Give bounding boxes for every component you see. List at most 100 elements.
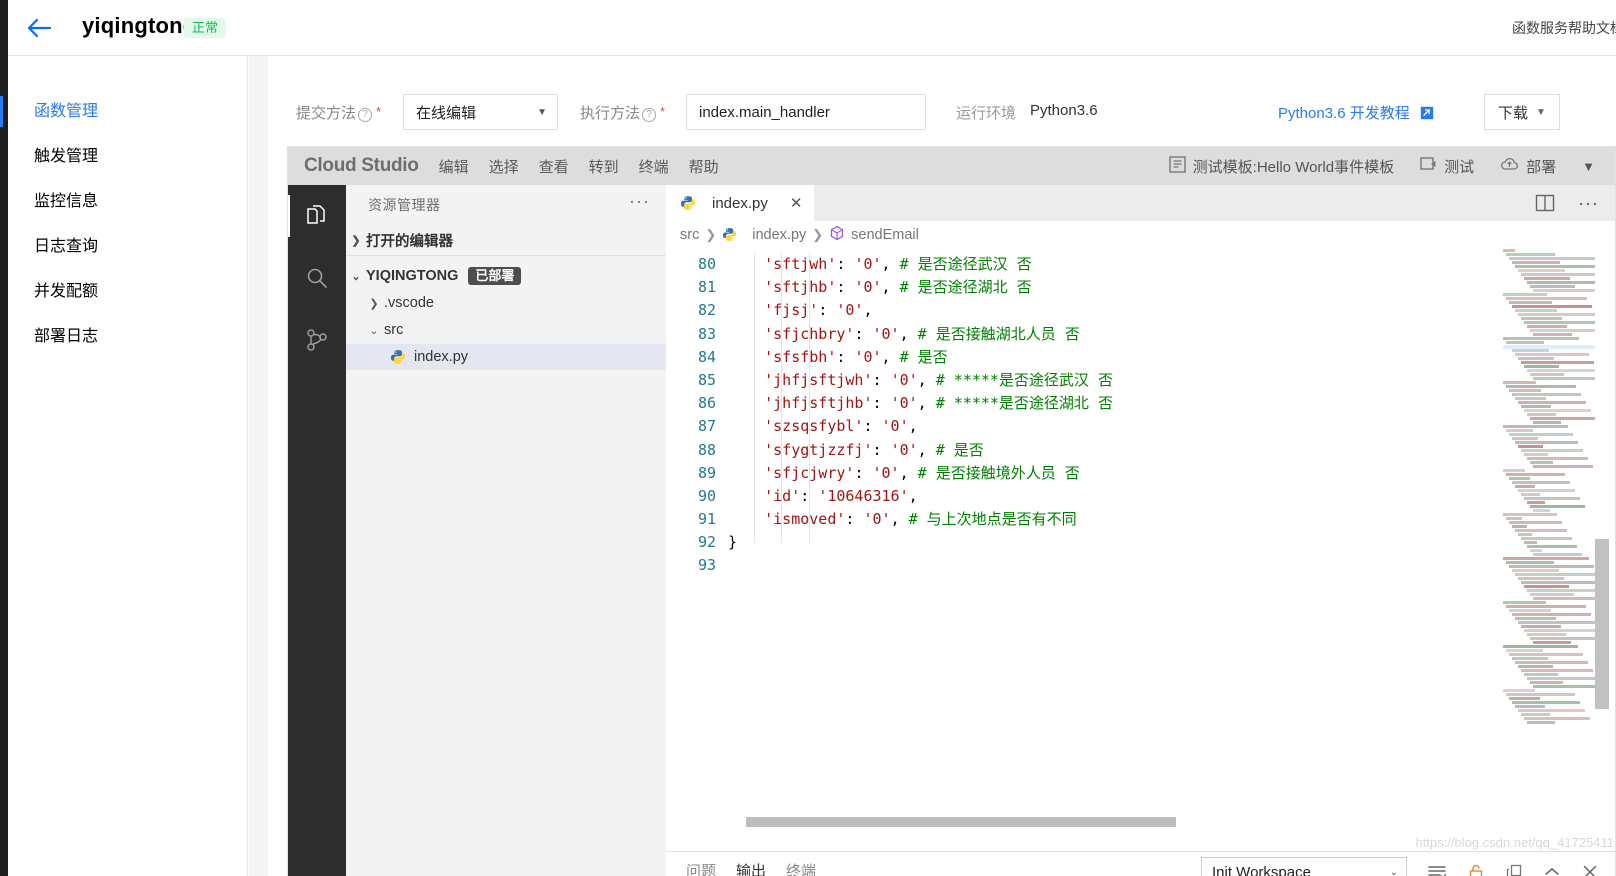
minimap-line — [1506, 429, 1533, 432]
editor-more-icon[interactable]: ··· — [1578, 193, 1599, 214]
download-button-label: 下载 — [1498, 104, 1529, 122]
folder-vscode[interactable]: ❯ .vscode — [346, 290, 666, 316]
sidebar-item-label: 部署日志 — [34, 328, 99, 345]
minimap-line — [1515, 353, 1589, 356]
collapse-panel-icon[interactable] — [1543, 865, 1561, 876]
minimap-line — [1530, 593, 1574, 596]
sidebar-item-label: 日志查询 — [34, 238, 99, 255]
python-file-icon — [390, 349, 406, 365]
menu-select[interactable]: 选择 — [489, 156, 519, 177]
back-arrow-icon[interactable] — [24, 14, 54, 42]
close-panel-icon[interactable] — [1581, 864, 1599, 876]
panel-tab-terminal[interactable]: 终端 — [786, 852, 816, 876]
minimap-line — [1503, 513, 1557, 516]
menu-terminal[interactable]: 终端 — [639, 156, 669, 177]
output-source-value: Init Workspace — [1212, 863, 1311, 876]
folder-src[interactable]: ⌄ src — [346, 317, 666, 343]
minimap-line — [1518, 357, 1554, 360]
minimap-line — [1512, 569, 1559, 572]
minimap-line — [1512, 657, 1548, 660]
lock-icon[interactable] — [1467, 863, 1485, 876]
breadcrumb-src[interactable]: src — [680, 227, 699, 243]
minimap[interactable] — [1503, 249, 1595, 827]
minimap-line — [1515, 705, 1545, 708]
menubar-overflow-icon[interactable]: ▼ — [1582, 159, 1595, 174]
download-button[interactable]: 下载 ▼ — [1484, 94, 1560, 130]
minimap-line — [1506, 605, 1586, 608]
handler-input[interactable]: index.main_handler — [686, 94, 926, 130]
minimap-line — [1515, 485, 1535, 488]
deploy-button[interactable]: 部署 — [1500, 156, 1556, 177]
split-editor-icon[interactable] — [1535, 193, 1555, 218]
sidebar-item-monitor-info[interactable]: 监控信息 — [8, 179, 247, 224]
clear-output-icon[interactable] — [1427, 863, 1447, 876]
code-line: 'sftjhb': '0', # 是否途径湖北 否 — [764, 278, 1032, 297]
deployed-badge: 已部署 — [468, 267, 522, 285]
sidebar-item-deploy-log[interactable]: 部署日志 — [8, 314, 247, 359]
close-icon[interactable]: ✕ — [790, 194, 803, 212]
minimap-line — [1503, 645, 1578, 648]
breadcrumb-file[interactable]: index.py — [752, 227, 806, 243]
open-editors-section[interactable]: ❯ 打开的编辑器 — [346, 227, 666, 253]
minimap-viewport[interactable] — [1503, 345, 1595, 349]
menu-help[interactable]: 帮助 — [689, 156, 719, 177]
minimap-line — [1521, 317, 1562, 320]
minimap-line — [1512, 525, 1527, 528]
line-number: 82 — [697, 301, 716, 320]
activity-bar — [288, 185, 346, 876]
minimap-line — [1527, 501, 1545, 504]
ide-menubar: Cloud Studio 编辑 选择 查看 转到 终端 帮助 测试模板:Hell… — [288, 147, 1615, 185]
minimap-line — [1506, 297, 1587, 300]
minimap-line — [1506, 473, 1565, 476]
minimap-line — [1518, 445, 1543, 448]
minimap-line — [1527, 721, 1555, 724]
activity-source-control-icon[interactable] — [288, 309, 346, 371]
open-editors-label: 打开的编辑器 — [366, 233, 453, 250]
project-section[interactable]: ⌄ YIQINGTONG 已部署 — [346, 263, 666, 289]
activity-explorer-icon[interactable] — [288, 185, 346, 247]
menu-view[interactable]: 查看 — [539, 156, 569, 177]
minimap-line — [1527, 589, 1595, 592]
code-editor[interactable]: 80 81 82 83 84 85 86 87 88 89 90 91 92 93 'sftjwh': '… — [666, 249, 1615, 827]
panel-tab-output[interactable]: 输出 — [736, 852, 766, 876]
minimap-line — [1524, 277, 1570, 280]
test-button[interactable]: 测试 — [1420, 156, 1474, 177]
panel-tab-problems[interactable]: 问题 — [686, 852, 716, 876]
sidebar-item-concurrency-quota[interactable]: 并发配额 — [8, 269, 247, 314]
editor-vertical-scrollbar[interactable] — [1595, 249, 1609, 827]
tab-index-py[interactable]: index.py ✕ — [666, 185, 815, 221]
activity-search-icon[interactable] — [288, 247, 346, 309]
required-mark: * — [376, 104, 382, 119]
tutorial-link[interactable]: Python3.6 开发教程 — [1278, 102, 1434, 124]
window-left-edge — [0, 0, 8, 876]
explorer-more-icon[interactable]: ··· — [629, 191, 650, 212]
status-badge: 正常 — [184, 18, 227, 38]
ide-brand: Cloud Studio — [304, 155, 419, 176]
file-index-py[interactable]: index.py — [346, 344, 666, 370]
help-icon[interactable]: ? — [358, 108, 373, 122]
sidebar-item-function-mgmt[interactable]: 函数管理 — [0, 89, 247, 134]
sidebar-item-log-query[interactable]: 日志查询 — [8, 224, 247, 269]
menu-goto[interactable]: 转到 — [589, 156, 619, 177]
scrollbar-thumb[interactable] — [1595, 539, 1609, 709]
new-terminal-icon[interactable] — [1505, 863, 1523, 876]
test-template-button[interactable]: 测试模板:Hello World事件模板 — [1168, 155, 1394, 177]
scrollbar-thumb[interactable] — [746, 817, 1176, 827]
help-icon[interactable]: ? — [642, 108, 657, 122]
line-number: 90 — [697, 486, 716, 505]
sidebar-item-trigger-mgmt[interactable]: 触发管理 — [8, 134, 247, 179]
minimap-line — [1533, 289, 1595, 292]
menu-edit[interactable]: 编辑 — [439, 156, 469, 177]
code-lines: 'sftjwh': '0', # 是否途径武汉 否 'sftjhb': '0',… — [728, 249, 1508, 827]
minimap-line — [1503, 469, 1525, 472]
submit-method-select[interactable]: 在线编辑 ▼ — [403, 94, 558, 130]
breadcrumb-symbol[interactable]: sendEmail — [851, 227, 919, 243]
minimap-line — [1530, 505, 1585, 508]
editor-horizontal-scrollbar[interactable] — [728, 817, 1508, 827]
help-doc-link[interactable]: 函数服务帮助文档 — [1512, 18, 1616, 38]
output-source-select[interactable]: Init Workspace ⌄ — [1201, 857, 1407, 876]
chevron-down-icon: ⌄ — [351, 270, 361, 283]
code-line: 'jhfjsftjwh': '0', # *****是否途径武汉 否 — [764, 370, 1113, 389]
minimap-line — [1527, 677, 1595, 680]
chevron-right-icon: ❯ — [369, 297, 379, 310]
